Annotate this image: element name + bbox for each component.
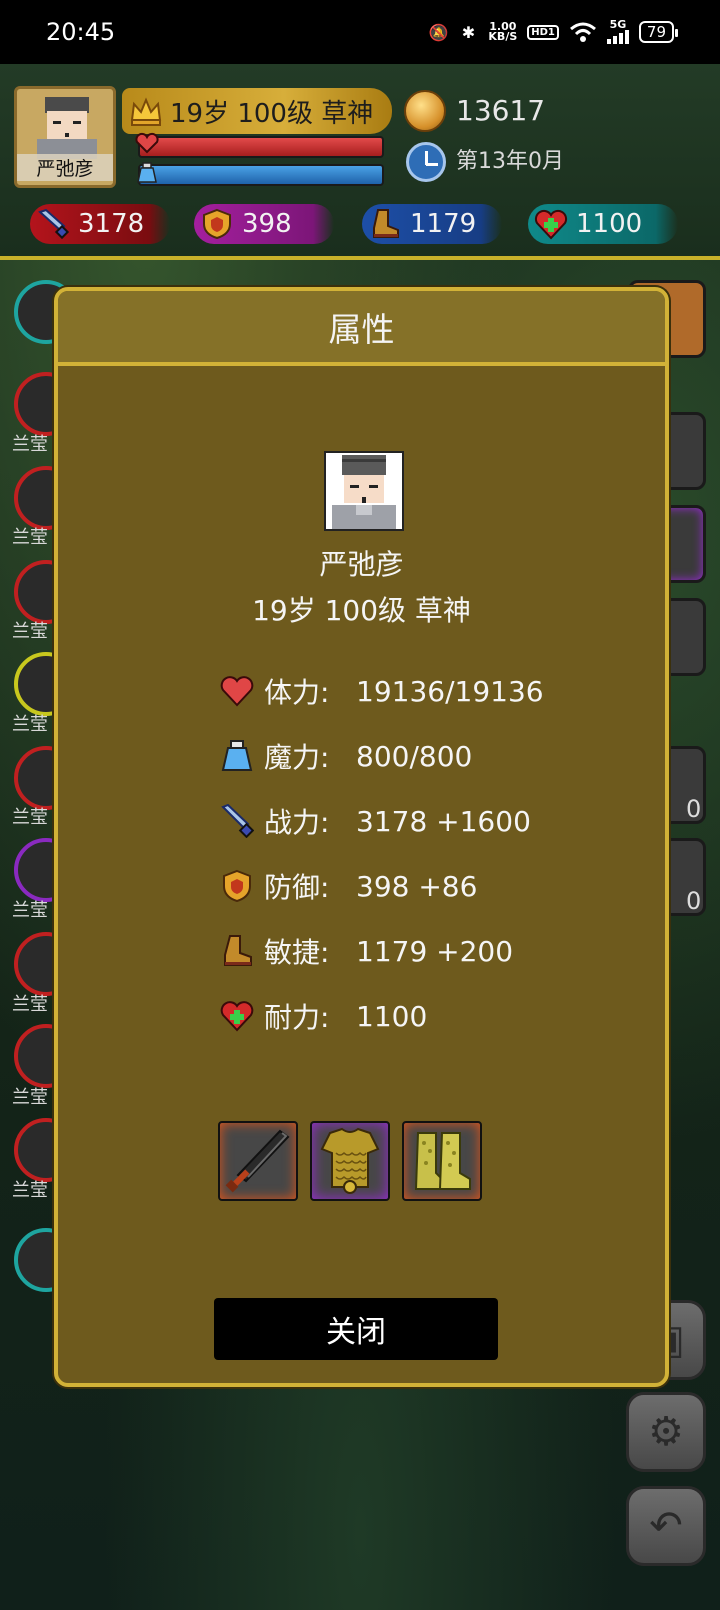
attribute-label: 防御: bbox=[264, 871, 330, 904]
potion-icon bbox=[221, 740, 253, 771]
boot-icon bbox=[373, 209, 399, 238]
character-face-icon bbox=[332, 455, 396, 529]
character-info: 19岁 100级 草神 bbox=[252, 594, 471, 627]
dialog-title: 属性 bbox=[58, 291, 665, 366]
heart-icon bbox=[220, 676, 254, 707]
close-button[interactable]: 关闭 bbox=[214, 1298, 498, 1360]
side-list-label: 兰莹 bbox=[12, 994, 48, 1015]
attack-value: 3178 bbox=[78, 209, 145, 239]
clock-icon bbox=[406, 142, 446, 182]
crown-icon bbox=[130, 97, 162, 126]
side-list-label: 兰莹 bbox=[12, 807, 48, 828]
gold-coin-icon bbox=[404, 90, 446, 132]
attack-stat: 3178 bbox=[30, 204, 170, 244]
mp-bar bbox=[138, 164, 384, 186]
side-list-label: 兰莹 bbox=[12, 714, 48, 735]
heart-plus-icon bbox=[534, 209, 568, 240]
side-list-label: 兰莹 bbox=[12, 434, 48, 455]
agility-stat: 1179 bbox=[362, 204, 502, 244]
equipped-sword-slot[interactable] bbox=[218, 1121, 298, 1201]
network-speed: 1.00 KB/S bbox=[488, 21, 518, 43]
boots-icon bbox=[414, 1132, 471, 1190]
heart-icon bbox=[135, 132, 159, 154]
attribute-value: 800/800 bbox=[356, 739, 473, 773]
game-date: 第13年0月 bbox=[456, 149, 564, 174]
boot-icon bbox=[224, 935, 252, 966]
portrait-name: 严弛彦 bbox=[17, 154, 113, 181]
black-sword-icon bbox=[225, 1129, 290, 1193]
potion-icon bbox=[137, 162, 157, 183]
gear-icon[interactable]: ⚙ bbox=[626, 1392, 706, 1472]
signal-bars-icon bbox=[606, 30, 629, 44]
player-portrait[interactable]: 严弛彦 bbox=[14, 86, 116, 188]
back-arrow-icon[interactable]: ↶ bbox=[626, 1486, 706, 1566]
player-title-ribbon: 19岁 100级 草神 bbox=[122, 88, 392, 134]
heart-plus-icon bbox=[220, 1001, 254, 1032]
shield-icon bbox=[223, 869, 251, 903]
side-list-label: 兰莹 bbox=[12, 1180, 48, 1201]
shield-icon bbox=[203, 208, 231, 240]
status-bar: 20:45 🔕 ✱ 1.00 KB/S HD1 5G 79 bbox=[0, 0, 720, 64]
attribute-row-mp: 魔力: 800/800 bbox=[220, 736, 472, 776]
endurance-value: 1100 bbox=[576, 209, 643, 239]
signal-label: 5G bbox=[609, 18, 627, 31]
attribute-row-attack: 战力: 3178 +1600 bbox=[220, 801, 531, 841]
attribute-label: 魔力: bbox=[264, 741, 330, 774]
attribute-label: 耐力: bbox=[264, 1001, 330, 1034]
side-list-label: 兰莹 bbox=[12, 1087, 48, 1108]
agility-value: 1179 bbox=[410, 209, 477, 239]
wifi-icon bbox=[569, 21, 597, 43]
scale-armor-icon bbox=[320, 1127, 380, 1194]
side-list-label: 兰莹 bbox=[12, 621, 48, 642]
attribute-row-defense: 防御: 398 +86 bbox=[220, 866, 477, 906]
attribute-value: 1179 +200 bbox=[356, 934, 514, 968]
attribute-row-hp: 体力: 19136/19136 bbox=[220, 671, 544, 711]
player-title: 19岁 100级 草神 bbox=[170, 98, 374, 129]
character-avatar bbox=[324, 451, 404, 531]
attribute-value: 398 +86 bbox=[356, 869, 478, 903]
sword-icon bbox=[221, 804, 254, 838]
side-list-label: 兰莹 bbox=[12, 527, 48, 548]
attribute-label: 战力: bbox=[264, 806, 330, 839]
defense-value: 398 bbox=[242, 209, 292, 239]
status-time: 20:45 bbox=[46, 18, 116, 46]
attributes-dialog: 属性 严弛彦 19岁 100级 草神 体力: 19136/19136 魔力: 8… bbox=[54, 287, 669, 1387]
gold-amount: 13617 bbox=[456, 94, 546, 127]
attribute-label: 敏捷: bbox=[264, 936, 330, 969]
attribute-value: 3178 +1600 bbox=[356, 804, 531, 838]
network-speed-unit: KB/S bbox=[488, 30, 518, 43]
status-icons: 🔕 ✱ 1.00 KB/S HD1 5G 79 bbox=[428, 18, 679, 44]
defense-stat: 398 bbox=[194, 204, 334, 244]
signal-strength: 5G bbox=[606, 18, 629, 44]
hd-badge: HD1 bbox=[527, 24, 559, 40]
attribute-value: 1100 bbox=[356, 999, 428, 1033]
bluetooth-icon: ✱ bbox=[461, 22, 476, 42]
mp-potion-count: 0 bbox=[686, 887, 702, 915]
sword-icon bbox=[38, 208, 70, 240]
attribute-label: 体力: bbox=[264, 676, 330, 709]
attribute-row-agility: 敏捷: 1179 +200 bbox=[220, 931, 513, 971]
attribute-row-endurance: 耐力: 1100 bbox=[220, 996, 427, 1036]
endurance-stat: 1100 bbox=[528, 204, 678, 244]
attribute-value: 19136/19136 bbox=[356, 674, 544, 708]
battery-indicator: 79 bbox=[638, 21, 679, 43]
hp-potion-count: 0 bbox=[686, 795, 702, 823]
character-face-icon bbox=[37, 97, 97, 159]
equipped-armor-slot[interactable] bbox=[310, 1121, 390, 1201]
equipped-boots-slot[interactable] bbox=[402, 1121, 482, 1201]
hp-bar bbox=[138, 136, 384, 158]
player-hud: 严弛彦 19岁 100级 草神 13617 第13年0月 3178 398 11… bbox=[0, 64, 720, 260]
side-list-label: 兰莹 bbox=[12, 900, 48, 921]
character-name: 严弛彦 bbox=[319, 548, 404, 581]
mute-icon: 🔕 bbox=[428, 22, 449, 42]
